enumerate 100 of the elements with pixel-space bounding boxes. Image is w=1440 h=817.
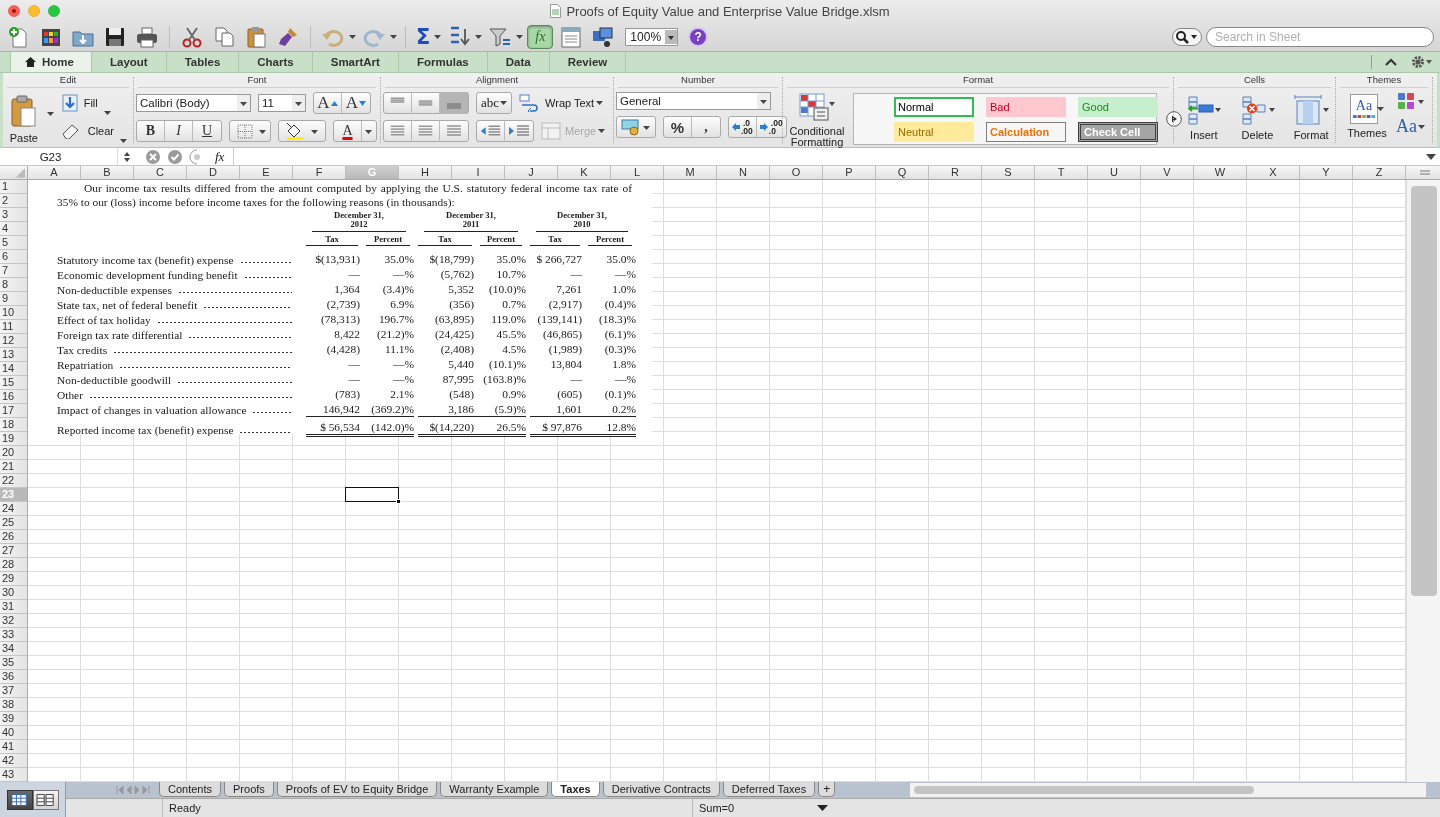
caret-icon[interactable] <box>434 35 442 39</box>
row-header[interactable]: 39 <box>0 712 27 726</box>
page-layout-view-icon[interactable] <box>32 789 59 810</box>
row-header[interactable]: 33 <box>0 628 27 642</box>
ribbon-tab[interactable]: Formulas <box>398 52 488 72</box>
column-header[interactable]: A <box>28 166 81 179</box>
row-header[interactable]: 24 <box>0 502 27 516</box>
row-header[interactable]: 4 <box>0 222 27 236</box>
row-header[interactable]: 1 <box>0 180 27 194</box>
column-header[interactable]: B <box>81 166 134 179</box>
paste-icon[interactable] <box>244 25 268 49</box>
row-header[interactable]: 42 <box>0 754 27 768</box>
row-header[interactable]: 17 <box>0 404 27 418</box>
row-header[interactable]: 21 <box>0 460 27 474</box>
format-button[interactable]: Format <box>1289 92 1333 141</box>
dropdown-arrow-icon[interactable] <box>817 805 828 811</box>
column-header[interactable]: K <box>558 166 611 179</box>
row-header[interactable]: 34 <box>0 642 27 656</box>
vertical-scrollbar[interactable] <box>1406 180 1440 782</box>
row-header[interactable]: 12 <box>0 334 27 348</box>
font-name-field[interactable]: Calibri (Body) <box>136 94 251 112</box>
row-header[interactable]: 2 <box>0 194 27 208</box>
column-header[interactable]: P <box>823 166 876 179</box>
wrap-text-button[interactable]: Wrap Text <box>519 94 604 112</box>
format-painter-icon[interactable] <box>276 25 300 49</box>
row-header[interactable]: 40 <box>0 726 27 740</box>
caret-icon[interactable] <box>46 112 54 116</box>
cell-style-swatch[interactable]: Bad <box>986 96 1066 117</box>
comma-style-button[interactable]: , <box>692 117 720 137</box>
delete-button[interactable]: Delete <box>1235 92 1280 141</box>
ribbon-tab[interactable]: Charts <box>239 52 313 72</box>
caret-icon[interactable] <box>1377 107 1384 111</box>
cell-style-swatch[interactable]: Neutral <box>894 121 974 142</box>
row-header[interactable]: 29 <box>0 572 27 586</box>
conditional-formatting-button[interactable]: Conditional Formatting <box>785 92 849 148</box>
ribbon-tab[interactable]: Data <box>487 52 550 72</box>
column-header[interactable]: U <box>1088 166 1141 179</box>
caret-icon[interactable] <box>596 101 604 105</box>
fill-button[interactable]: Fill <box>61 92 131 114</box>
row-header[interactable]: 16 <box>0 390 27 404</box>
theme-colors-icon[interactable] <box>1396 92 1426 112</box>
row-header[interactable]: 3 <box>0 208 27 222</box>
text-orientation-button[interactable]: abc <box>476 92 513 114</box>
column-header[interactable]: Y <box>1300 166 1353 179</box>
insert-button[interactable]: Insert <box>1182 92 1226 141</box>
ribbon-tab[interactable]: Home <box>10 52 92 72</box>
column-header[interactable]: E <box>240 166 293 179</box>
scissors-icon[interactable] <box>180 25 204 49</box>
caret-icon[interactable] <box>120 139 127 143</box>
theme-fonts-button[interactable]: Aa <box>1396 116 1425 137</box>
column-header[interactable]: C <box>134 166 187 179</box>
sheet-tab[interactable]: Deferred Taxes <box>722 782 816 797</box>
sheet-tab[interactable]: Proofs <box>224 782 274 797</box>
caret-icon[interactable] <box>516 35 524 39</box>
row-header[interactable]: 38 <box>0 698 27 712</box>
column-header[interactable]: H <box>399 166 452 179</box>
column-header[interactable]: O <box>770 166 823 179</box>
column-header[interactable]: V <box>1141 166 1194 179</box>
caret-icon[interactable] <box>500 101 508 105</box>
row-header[interactable]: 8 <box>0 278 27 292</box>
column-header[interactable]: Q <box>876 166 929 179</box>
expand-arrow-icon[interactable] <box>1426 153 1436 160</box>
column-header[interactable]: Z <box>1353 166 1406 179</box>
gear-icon[interactable] <box>1411 55 1433 69</box>
clear-button[interactable]: Clear <box>61 120 131 142</box>
filter-icon[interactable] <box>488 25 513 49</box>
column-header[interactable]: J <box>505 166 558 179</box>
increase-decimal-button[interactable]: .0 .00 <box>729 117 757 137</box>
row-header[interactable]: 10 <box>0 306 27 320</box>
underline-button[interactable]: U <box>193 121 221 141</box>
column-header[interactable]: W <box>1194 166 1247 179</box>
sheet-tab[interactable]: Taxes <box>551 782 600 797</box>
font-size-field[interactable]: 11 <box>258 94 306 112</box>
caret-icon[interactable] <box>103 111 111 115</box>
ribbon-tab[interactable]: Layout <box>92 52 167 72</box>
media-browser-icon[interactable] <box>591 25 616 49</box>
column-header[interactable]: N <box>717 166 770 179</box>
collapse-ribbon-icon[interactable] <box>1385 58 1397 66</box>
caret-icon[interactable] <box>475 35 483 39</box>
ribbon-tab[interactable]: SmartArt <box>312 52 399 72</box>
row-header[interactable]: 18 <box>0 418 27 432</box>
help-button[interactable]: ? <box>688 27 709 47</box>
row-header[interactable]: 6 <box>0 250 27 264</box>
scroll-thumb[interactable] <box>1411 186 1437 596</box>
row-header[interactable]: 11 <box>0 320 27 334</box>
save-icon[interactable] <box>103 25 127 49</box>
checkmark-icon[interactable] <box>167 148 183 165</box>
row-header[interactable]: 5 <box>0 236 27 250</box>
column-header[interactable]: D <box>187 166 240 179</box>
row-header[interactable]: 26 <box>0 530 27 544</box>
caret-icon[interactable] <box>349 35 356 39</box>
stepper-icon[interactable] <box>122 150 132 163</box>
toolbox-icon[interactable] <box>559 25 584 49</box>
bold-button[interactable]: B <box>137 121 165 141</box>
row-header[interactable]: 9 <box>0 292 27 306</box>
cancel-icon[interactable] <box>145 148 161 165</box>
close-icon[interactable] <box>8 5 20 17</box>
row-header[interactable]: 41 <box>0 740 27 754</box>
column-header[interactable]: M <box>664 166 717 179</box>
search-field[interactable]: Search in Sheet <box>1206 27 1434 47</box>
